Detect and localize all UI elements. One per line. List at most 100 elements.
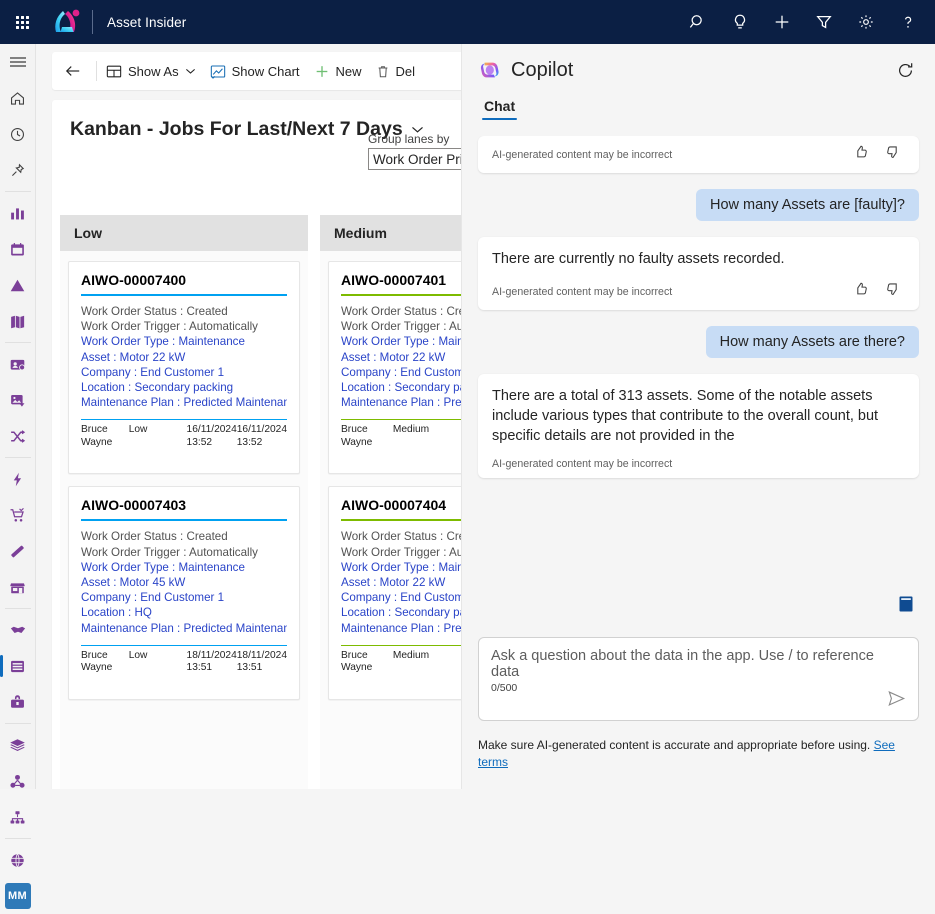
card-field[interactable]: Company : End Customer 1 [81, 590, 287, 605]
ai-disclaimer: AI-generated content may be incorrect [492, 458, 673, 470]
command-divider [96, 61, 97, 81]
delete-button[interactable]: Del [369, 56, 423, 86]
sidebar-item-orders[interactable] [0, 497, 36, 533]
prompt-guide-toggle-icon[interactable] [899, 596, 913, 617]
card-field[interactable]: Company : End Customer 1 [81, 365, 287, 380]
thumbs-down-icon[interactable] [885, 144, 901, 165]
help-icon[interactable] [887, 0, 929, 44]
card-field[interactable]: Asset : Motor 22 kW [81, 350, 287, 365]
sidebar-item-partners[interactable] [0, 612, 36, 648]
copilot-compose-box[interactable]: Ask a question about the data in the app… [478, 637, 919, 721]
sidebar-item-global[interactable] [0, 842, 36, 878]
card-field[interactable]: Maintenance Plan : Predicted Maintenance [341, 395, 461, 410]
copilot-title: Copilot [511, 58, 574, 81]
sidebar-item-home[interactable] [0, 80, 36, 116]
lane-header: Medium [320, 215, 461, 251]
ai-disclaimer: AI-generated content may be incorrect [492, 285, 673, 298]
card-accent-rule [341, 294, 461, 296]
sidebar-item-calendar[interactable] [0, 231, 36, 267]
show-as-button[interactable]: Show As [99, 56, 203, 86]
sidebar-item-toolbox[interactable] [0, 684, 36, 720]
card-field[interactable]: Work Order Type : Maintenance [341, 334, 461, 349]
kanban-view-panel: Kanban - Jobs For Last/Next 7 Days Group… [52, 100, 461, 789]
plus-icon[interactable] [761, 0, 803, 44]
refresh-icon[interactable] [891, 56, 919, 84]
card-field[interactable]: Work Order Type : Maintenance [81, 334, 287, 349]
lightbulb-icon[interactable] [719, 0, 761, 44]
filter-icon[interactable] [803, 0, 845, 44]
rail-divider [4, 608, 31, 609]
feedback-actions [853, 281, 905, 302]
show-chart-button[interactable]: Show Chart [203, 56, 307, 86]
card-field[interactable]: Location : Secondary packing [81, 380, 287, 395]
copilot-terms: Make sure AI-generated content is accura… [478, 737, 919, 771]
app-launcher-button[interactable] [0, 0, 44, 44]
card-field[interactable]: Work Order Type : Maintenance [341, 560, 461, 575]
card-accent-rule [81, 294, 287, 296]
card-footer-date2: 18/11/2024 13:51 [236, 649, 287, 674]
sidebar-item-shuffle[interactable] [0, 418, 36, 454]
sidebar-item-layers[interactable] [0, 727, 36, 763]
delete-label: Del [395, 63, 416, 79]
assistant-message: There are currently no faulty assets rec… [478, 237, 919, 310]
card-field[interactable]: Asset : Motor 22 kW [341, 575, 461, 590]
card-field[interactable]: Location : HQ [81, 605, 287, 620]
sidebar-item-hierarchy[interactable] [0, 799, 36, 835]
card-field[interactable]: Location : Secondary packing [341, 380, 461, 395]
sidebar-item-tickets[interactable] [0, 533, 36, 569]
card-footer-date1: 16/11/2024 13:52 [186, 424, 237, 448]
back-button[interactable] [58, 56, 94, 86]
sidebar-item-store[interactable] [0, 569, 36, 605]
sidebar-item-automation[interactable] [0, 461, 36, 497]
assistant-message-footer: AI-generated content may be incorrect [492, 281, 905, 302]
sidebar-item-knowledge[interactable] [0, 303, 36, 339]
sidebar-item-media[interactable] [0, 382, 36, 418]
sidebar-item-contacts[interactable] [0, 346, 36, 382]
card-footer-date2: 16/11/2024 13:52 [236, 424, 287, 448]
card-field[interactable]: Maintenance Plan : Predicted Maintenance [81, 621, 287, 636]
card-field[interactable]: Maintenance Plan : Predicted Maintenance [341, 621, 461, 636]
card-field[interactable]: Work Order Type : Maintenance [81, 560, 287, 575]
hamburger-icon[interactable] [0, 44, 36, 80]
kanban-card[interactable]: AIWO-00007400 Work Order Status : Created… [68, 261, 300, 475]
card-field[interactable]: Asset : Motor 45 kW [81, 575, 287, 590]
card-footer: Bruce Wayne Low 18/11/2024 13:51 18/11/2024… [81, 644, 287, 675]
rail-divider [4, 838, 31, 839]
search-icon[interactable] [677, 0, 719, 44]
kanban-card[interactable]: AIWO-00007401 Work Order Status : Created… [328, 261, 461, 475]
user-avatar[interactable]: MM [0, 878, 36, 914]
kanban-card[interactable]: AIWO-00007404 Work Order Status : Created… [328, 486, 461, 700]
thumbs-up-icon[interactable] [853, 144, 869, 165]
kanban-lane: Medium AIWO-00007401 Work Order Status : C… [320, 215, 461, 789]
sidebar-item-recent[interactable] [0, 116, 36, 152]
sidebar-item-alerts[interactable] [0, 267, 36, 303]
sidebar-item-share[interactable] [0, 763, 36, 799]
assistant-message-footer: AI-generated content may be incorrect [492, 144, 905, 165]
card-footer-priority: Low [128, 424, 148, 436]
sidebar-item-dashboards[interactable] [0, 195, 36, 231]
card-field[interactable]: Company : End Customer 1 [341, 590, 461, 605]
card-field[interactable]: Maintenance Plan : Predicted Maintenance [81, 395, 287, 410]
feedback-actions [853, 144, 905, 165]
card-field[interactable]: Asset : Motor 22 kW [341, 350, 461, 365]
card-field[interactable]: Company : End Customer 1 [341, 365, 461, 380]
send-icon[interactable] [887, 690, 906, 712]
app-title: Asset Insider [107, 14, 187, 30]
thumbs-up-icon[interactable] [853, 281, 869, 302]
tab-chat-label: Chat [484, 98, 516, 114]
card-footer-priority: Low [128, 649, 148, 661]
sidebar-item-pinned[interactable] [0, 152, 36, 188]
user-message-row: How many Assets are [faulty]? [478, 189, 919, 221]
user-message: How many Assets are [faulty]? [695, 189, 919, 221]
rail-divider [4, 457, 31, 458]
gear-icon[interactable] [845, 0, 887, 44]
new-button[interactable]: New [307, 56, 369, 86]
group-lanes-select[interactable]: Work Order Priority [368, 148, 461, 170]
card-title: AIWO-00007400 [81, 272, 187, 288]
tab-chat[interactable]: Chat [478, 96, 521, 120]
sidebar-item-work-orders[interactable] [0, 648, 36, 684]
user-message-row: How many Assets are there? [478, 326, 919, 358]
card-field[interactable]: Location : Secondary packing [341, 605, 461, 620]
thumbs-down-icon[interactable] [885, 281, 901, 302]
kanban-card[interactable]: AIWO-00007403 Work Order Status : Created… [68, 486, 300, 700]
